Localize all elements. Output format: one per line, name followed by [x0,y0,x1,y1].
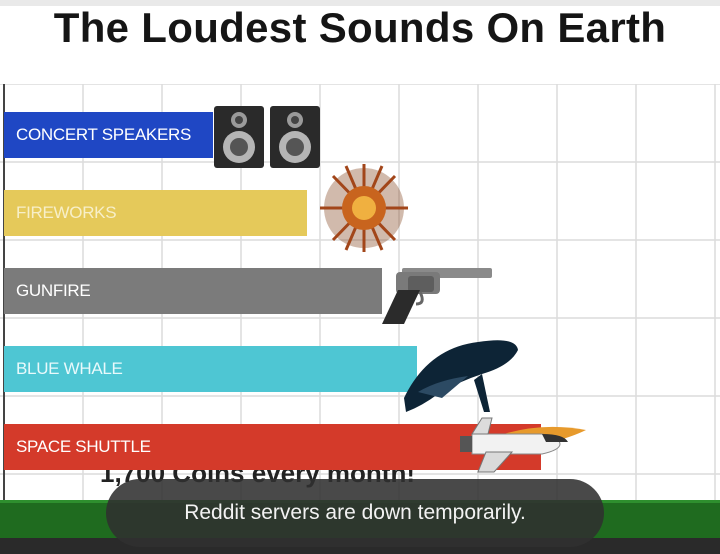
speakers-icon [212,104,324,175]
bar-label: GUNFIRE [16,281,91,300]
bar-label: SPACE SHUTTLE [16,437,151,456]
bar-label: FIREWORKS [16,203,117,222]
firework-burst-icon [316,158,412,263]
bar-concert-speakers: CONCERT SPEAKERS [4,112,213,158]
bar-gunfire: GUNFIRE [4,268,382,314]
bar-label: CONCERT SPEAKERS [16,125,192,144]
bar-fireworks: FIREWORKS [4,190,308,236]
space-shuttle-icon [442,412,588,479]
chart-area: CONCERT SPEAKERS FIREWORKS GUNFIRE BLUE … [0,84,720,502]
whale-icon [398,328,522,425]
toast-message: Reddit servers are down temporarily. [184,501,526,524]
revolver-icon [370,264,494,331]
chart-title: The Loudest Sounds On Earth [53,4,667,51]
bar-blue-whale: BLUE WHALE [4,346,417,392]
toast-notification: Reddit servers are down temporarily. [106,479,604,547]
bar-label: BLUE WHALE [16,359,123,378]
